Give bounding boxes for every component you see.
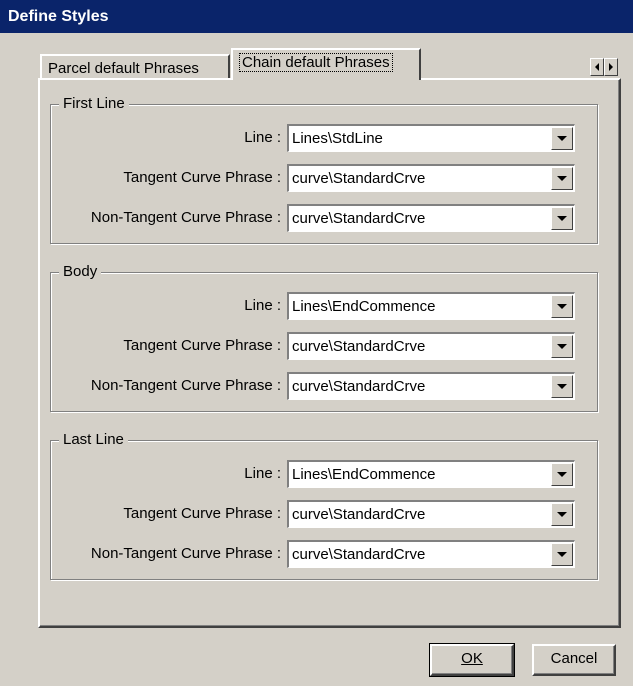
- dropdown-button[interactable]: [551, 127, 573, 150]
- group-title: Body: [59, 262, 102, 282]
- dropdown-button[interactable]: [551, 207, 573, 230]
- combo-value: curve\StandardCrve: [292, 210, 426, 227]
- tab-panel: First Line Line : Lines\StdLine Tangent …: [38, 78, 621, 628]
- row-line: Line : Lines\EndCommence: [51, 292, 599, 320]
- row-tangent-curve: Tangent Curve Phrase : curve\StandardCrv…: [51, 500, 599, 528]
- field-label: Non-Tangent Curve Phrase :: [90, 545, 281, 562]
- tab-scroll-left-button[interactable]: [590, 58, 604, 76]
- combo-value: curve\StandardCrve: [292, 546, 426, 563]
- field-label: Tangent Curve Phrase :: [123, 337, 281, 354]
- dropdown-button[interactable]: [551, 167, 573, 190]
- row-tangent-curve: Tangent Curve Phrase : curve\StandardCrv…: [51, 164, 599, 192]
- group-last-line: Last Line Line : Lines\EndCommence Tange…: [50, 430, 599, 580]
- dropdown-button[interactable]: [551, 295, 573, 318]
- chevron-down-icon: [557, 216, 567, 221]
- tangent-curve-combobox[interactable]: curve\StandardCrve: [287, 332, 575, 360]
- group-body: Body Line : Lines\EndCommence Tangent Cu…: [50, 262, 599, 412]
- arrow-right-icon: [609, 63, 613, 71]
- field-label: Non-Tangent Curve Phrase :: [90, 377, 281, 394]
- tangent-curve-combobox[interactable]: curve\StandardCrve: [287, 164, 575, 192]
- dropdown-button[interactable]: [551, 543, 573, 566]
- ok-button-label: OK: [461, 650, 483, 667]
- group-title: First Line: [59, 94, 129, 114]
- group-first-line: First Line Line : Lines\StdLine Tangent …: [50, 94, 599, 244]
- combo-value: curve\StandardCrve: [292, 170, 426, 187]
- chevron-down-icon: [557, 176, 567, 181]
- dropdown-button[interactable]: [551, 335, 573, 358]
- chevron-down-icon: [557, 472, 567, 477]
- combo-value: curve\StandardCrve: [292, 506, 426, 523]
- cancel-button-label: Cancel: [550, 650, 598, 667]
- row-tangent-curve: Tangent Curve Phrase : curve\StandardCrv…: [51, 332, 599, 360]
- dropdown-button[interactable]: [551, 463, 573, 486]
- row-non-tangent-curve: Non-Tangent Curve Phrase : curve\Standar…: [51, 372, 599, 400]
- field-label: Line :: [244, 297, 281, 314]
- non-tangent-curve-combobox[interactable]: curve\StandardCrve: [287, 540, 575, 568]
- non-tangent-curve-combobox[interactable]: curve\StandardCrve: [287, 204, 575, 232]
- chevron-down-icon: [557, 344, 567, 349]
- tab-scroll-right-button[interactable]: [604, 58, 618, 76]
- line-combobox[interactable]: Lines\StdLine: [287, 124, 575, 152]
- chevron-down-icon: [557, 512, 567, 517]
- combo-value: Lines\StdLine: [292, 130, 383, 147]
- field-label: Non-Tangent Curve Phrase :: [90, 209, 281, 226]
- ok-button[interactable]: OK: [429, 643, 515, 677]
- tab-parcel-label: Parcel default Phrases: [48, 60, 199, 77]
- tangent-curve-combobox[interactable]: curve\StandardCrve: [287, 500, 575, 528]
- non-tangent-curve-combobox[interactable]: curve\StandardCrve: [287, 372, 575, 400]
- define-styles-dialog: Define Styles Parcel default Phrases Cha…: [0, 0, 633, 686]
- chevron-down-icon: [557, 136, 567, 141]
- field-label: Tangent Curve Phrase :: [123, 505, 281, 522]
- field-label: Line :: [244, 465, 281, 482]
- dropdown-button[interactable]: [551, 375, 573, 398]
- arrow-left-icon: [595, 63, 599, 71]
- line-combobox[interactable]: Lines\EndCommence: [287, 460, 575, 488]
- tab-chain-label: Chain default Phrases: [239, 53, 393, 72]
- combo-value: curve\StandardCrve: [292, 338, 426, 355]
- tab-scroll-control: [590, 58, 618, 76]
- field-label: Line :: [244, 129, 281, 146]
- row-non-tangent-curve: Non-Tangent Curve Phrase : curve\Standar…: [51, 204, 599, 232]
- line-combobox[interactable]: Lines\EndCommence: [287, 292, 575, 320]
- chevron-down-icon: [557, 384, 567, 389]
- tab-chain-default-phrases[interactable]: Chain default Phrases: [231, 48, 421, 80]
- row-line: Line : Lines\StdLine: [51, 124, 599, 152]
- combo-value: Lines\EndCommence: [292, 298, 436, 315]
- group-title: Last Line: [59, 430, 128, 450]
- combo-value: Lines\EndCommence: [292, 466, 436, 483]
- dialog-title: Define Styles: [0, 0, 633, 33]
- dropdown-button[interactable]: [551, 503, 573, 526]
- chevron-down-icon: [557, 552, 567, 557]
- field-label: Tangent Curve Phrase :: [123, 169, 281, 186]
- cancel-button[interactable]: Cancel: [532, 644, 616, 676]
- combo-value: curve\StandardCrve: [292, 378, 426, 395]
- row-non-tangent-curve: Non-Tangent Curve Phrase : curve\Standar…: [51, 540, 599, 568]
- chevron-down-icon: [557, 304, 567, 309]
- row-line: Line : Lines\EndCommence: [51, 460, 599, 488]
